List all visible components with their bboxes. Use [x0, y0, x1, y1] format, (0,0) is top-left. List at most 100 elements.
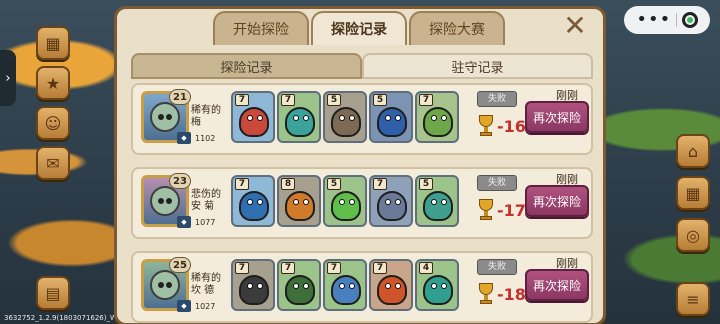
creature-eye [385, 199, 391, 205]
unit-card[interactable]: 7 [231, 259, 275, 311]
creature-eye [349, 115, 355, 121]
creature-eye [441, 283, 447, 289]
unit-card[interactable]: 7 [415, 91, 459, 143]
unit-card[interactable]: 7 [323, 259, 367, 311]
unit-card[interactable]: 5 [415, 175, 459, 227]
map-button-left-2[interactable]: ★ [36, 66, 70, 100]
creature-icon [377, 191, 407, 221]
unit-card[interactable]: 5 [323, 175, 367, 227]
creature-eye [303, 115, 309, 121]
power-value: 1027 [195, 301, 216, 311]
creature-eye [339, 283, 345, 289]
creature-eye [431, 115, 437, 121]
player-name: 稀有的 坎 德 [191, 273, 221, 296]
map-button-right-4[interactable]: ≡ [676, 282, 710, 316]
exit-ring-icon[interactable] [681, 12, 698, 28]
creature-eye [257, 115, 263, 121]
creature-eye [303, 199, 309, 205]
capsule-divider [675, 13, 677, 27]
record-subtabs: 探险记录 驻守记录 [131, 53, 593, 81]
creature-eye [441, 199, 447, 205]
trophy-delta: -18 [497, 284, 526, 304]
tab-expedition-records[interactable]: 探险记录 [311, 11, 407, 45]
creature-icon [331, 191, 361, 221]
avatar-face [150, 102, 180, 132]
unit-card[interactable]: 7 [369, 175, 413, 227]
creature-eye [247, 283, 253, 289]
creature-icon [331, 275, 361, 305]
map-button-right-3[interactable]: ◎ [676, 218, 710, 252]
result-badge: 失败 [477, 259, 517, 275]
creature-eye [293, 199, 299, 205]
shield-icon: ◆ [177, 216, 191, 228]
unit-count-badge: 4 [419, 262, 433, 274]
map-button-left-1[interactable]: ▦ [36, 26, 70, 60]
creature-eye [339, 115, 345, 121]
trophy-change: -16 [477, 113, 526, 139]
creature-eye [339, 199, 345, 205]
creature-eye [303, 283, 309, 289]
unit-card[interactable]: 4 [415, 259, 459, 311]
map-button-right-1[interactable]: ⌂ [676, 134, 710, 168]
creature-eye [349, 283, 355, 289]
more-menu-icon[interactable]: ••• [636, 11, 671, 29]
unit-card[interactable]: 5 [323, 91, 367, 143]
unit-card[interactable]: 7 [277, 91, 321, 143]
map-button-left-5[interactable]: ▤ [36, 276, 70, 310]
trophy-change: -17 [477, 197, 526, 223]
unit-count-badge: 5 [327, 178, 341, 190]
record-row: 21 稀有的 梅 ◆ 1102 7 7 5 5 7 失败 -16 刚刚 再次探险 [131, 83, 593, 155]
unit-count-badge: 5 [327, 94, 341, 106]
record-list[interactable]: 21 稀有的 梅 ◆ 1102 7 7 5 5 7 失败 -16 刚刚 再次探险 23 悲伤的 安 菊 ◆ 10… [131, 81, 593, 324]
player-power: ◆ 1102 [177, 131, 215, 145]
unit-count-badge: 5 [419, 178, 433, 190]
player-power: ◆ 1077 [177, 215, 215, 229]
unit-card[interactable]: 8 [277, 175, 321, 227]
close-button[interactable]: ✕ [561, 12, 589, 41]
tab-expedition-contest[interactable]: 探险大赛 [409, 11, 505, 45]
shield-icon: ◆ [177, 132, 191, 144]
player-level-badge: 21 [169, 89, 191, 105]
subtab-garrison-records[interactable]: 驻守记录 [362, 53, 593, 79]
creature-icon [285, 275, 315, 305]
unit-count-badge: 7 [281, 94, 295, 106]
creature-icon [423, 275, 453, 305]
explore-again-button[interactable]: 再次探险 [525, 101, 589, 133]
unit-card[interactable]: 7 [231, 91, 275, 143]
explore-again-button[interactable]: 再次探险 [525, 185, 589, 217]
player-level-badge: 23 [169, 173, 191, 189]
unit-card[interactable]: 7 [277, 259, 321, 311]
map-button-left-3[interactable]: ☺ [36, 106, 70, 140]
unit-card[interactable]: 7 [231, 175, 275, 227]
creature-icon [377, 107, 407, 137]
mini-program-capsule: ••• [624, 6, 710, 34]
trophy-delta: -17 [497, 200, 526, 220]
unit-count-badge: 8 [281, 178, 295, 190]
unit-card[interactable]: 7 [369, 259, 413, 311]
creature-eye [441, 115, 447, 121]
creature-eye [247, 115, 253, 121]
player-name: 稀有的 梅 [191, 105, 221, 128]
people-icon: ☺ [44, 113, 62, 133]
record-row: 25 稀有的 坎 德 ◆ 1027 7 7 7 7 4 失败 -18 刚刚 再次探险 [131, 251, 593, 323]
subtab-expedition-records[interactable]: 探险记录 [131, 53, 362, 79]
side-expand-arrow[interactable]: › [0, 50, 16, 106]
unit-card[interactable]: 5 [369, 91, 413, 143]
tab-start-expedition[interactable]: 开始探险 [213, 11, 309, 45]
map-button-right-2[interactable]: ▦ [676, 176, 710, 210]
record-row: 23 悲伤的 安 菊 ◆ 1077 7 8 5 7 5 失败 -17 刚刚 再次探险 [131, 167, 593, 239]
creature-eye [293, 283, 299, 289]
explore-again-button[interactable]: 再次探险 [525, 269, 589, 301]
creature-icon [331, 107, 361, 137]
power-value: 1102 [195, 133, 216, 143]
map-button-left-4[interactable]: ✉ [36, 146, 70, 180]
result-badge: 失败 [477, 175, 517, 191]
map-icon: ▦ [45, 33, 61, 53]
unit-count-badge: 7 [281, 262, 295, 274]
creature-eye [385, 115, 391, 121]
unit-lineup: 7 7 7 7 4 [231, 259, 459, 311]
unit-count-badge: 7 [235, 262, 249, 274]
unit-count-badge: 7 [235, 178, 249, 190]
creature-icon [423, 107, 453, 137]
creature-icon [423, 191, 453, 221]
